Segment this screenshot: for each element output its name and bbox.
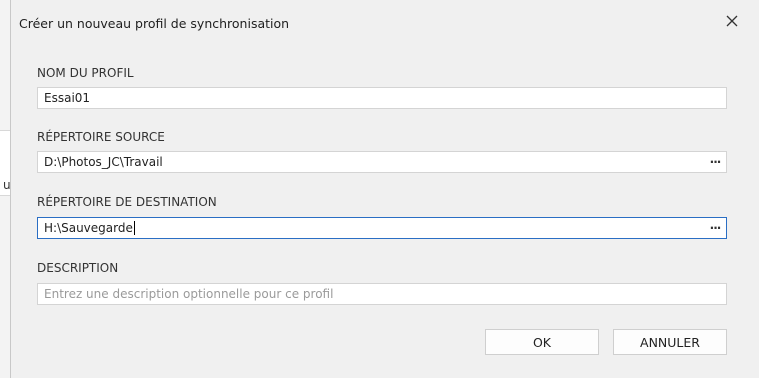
profile-name-value: Essai01 [44,91,91,105]
dest-dir-input[interactable]: H:\Sauvegarde ··· [37,217,727,239]
source-dir-input[interactable]: D:\Photos_JC\Travail ··· [37,151,727,173]
create-profile-dialog: Créer un nouveau profil de synchronisati… [10,0,759,378]
dest-dir-value: H:\Sauvegarde [44,220,133,235]
cancel-button[interactable]: ANNULER [613,329,727,355]
close-icon [726,15,738,27]
text-caret [133,221,135,236]
ok-button[interactable]: OK [485,329,599,355]
description-placeholder: Entrez une description optionnelle pour … [44,287,334,301]
source-dir-browse-button[interactable]: ··· [704,155,726,169]
dest-dir-browse-button[interactable]: ··· [704,221,726,235]
source-dir-label: RÉPERTOIRE SOURCE [37,130,165,144]
description-input[interactable]: Entrez une description optionnelle pour … [37,283,727,305]
close-button[interactable] [722,11,742,31]
source-dir-value: D:\Photos_JC\Travail [44,155,163,169]
dest-dir-label: RÉPERTOIRE DE DESTINATION [37,195,217,209]
dialog-title: Créer un nouveau profil de synchronisati… [19,16,290,31]
profile-name-input[interactable]: Essai01 [37,87,727,109]
profile-name-label: NOM DU PROFIL [37,66,134,80]
description-label: DESCRIPTION [37,261,119,275]
